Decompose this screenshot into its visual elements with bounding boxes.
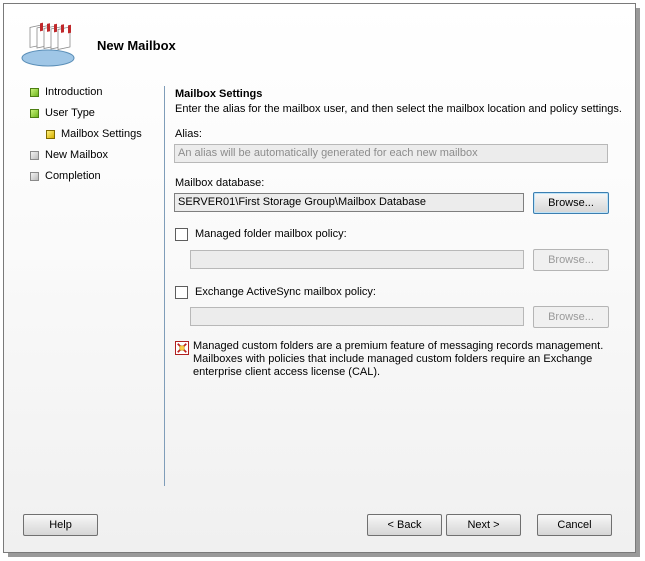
step-pending-icon (30, 150, 39, 160)
mailbox-database-field[interactable]: SERVER01\First Storage Group\Mailbox Dat… (174, 193, 524, 212)
note-line: Mailboxes with policies that include man… (193, 353, 593, 365)
window-shadow-bottom (8, 553, 640, 557)
info-warning-icon (175, 341, 189, 355)
activesync-browse-button[interactable]: Browse... (533, 306, 609, 328)
step-complete-icon (30, 87, 39, 97)
step-current-icon (46, 129, 55, 139)
activesync-policy-checkbox[interactable] (175, 286, 188, 299)
step-new-mailbox: New Mailbox (30, 149, 108, 161)
help-button[interactable]: Help (23, 514, 98, 536)
mailbox-database-label: Mailbox database: (175, 177, 265, 189)
alias-label: Alias: (175, 128, 202, 140)
managed-folder-policy-field[interactable] (190, 250, 524, 269)
step-label: Mailbox Settings (61, 128, 142, 140)
page-title: Mailbox Settings (175, 88, 263, 100)
note-line: enterprise client access license (CAL). (193, 366, 381, 378)
back-button[interactable]: < Back (367, 514, 442, 536)
step-mailbox-settings: Mailbox Settings (46, 128, 142, 140)
step-label: User Type (45, 107, 95, 119)
step-introduction: Introduction (30, 86, 102, 98)
step-label: Introduction (45, 86, 103, 98)
next-button[interactable]: Next > (446, 514, 521, 536)
step-completion: Completion (30, 170, 101, 182)
mailbox-stack-icon (21, 22, 75, 67)
wizard-title: New Mailbox (97, 38, 176, 53)
step-label: Completion (45, 170, 101, 182)
managed-folder-policy-label: Managed folder mailbox policy: (195, 228, 347, 240)
alias-field[interactable]: An alias will be automatically generated… (174, 144, 608, 163)
step-pending-icon (30, 171, 39, 181)
premium-feature-note: Managed custom folders are a premium fea… (193, 340, 613, 379)
step-user-type: User Type (30, 107, 95, 119)
managed-folder-browse-button[interactable]: Browse... (533, 249, 609, 271)
step-complete-icon (30, 108, 39, 118)
window-shadow-right (636, 8, 640, 556)
database-browse-button[interactable]: Browse... (533, 192, 609, 214)
page-description: Enter the alias for the mailbox user, an… (175, 103, 622, 115)
managed-folder-policy-checkbox[interactable] (175, 228, 188, 241)
nav-divider (164, 86, 165, 486)
cancel-button[interactable]: Cancel (537, 514, 612, 536)
step-label: New Mailbox (45, 149, 108, 161)
activesync-policy-field[interactable] (190, 307, 524, 326)
activesync-policy-label: Exchange ActiveSync mailbox policy: (195, 286, 376, 298)
note-line: Managed custom folders are a premium fea… (193, 340, 604, 352)
